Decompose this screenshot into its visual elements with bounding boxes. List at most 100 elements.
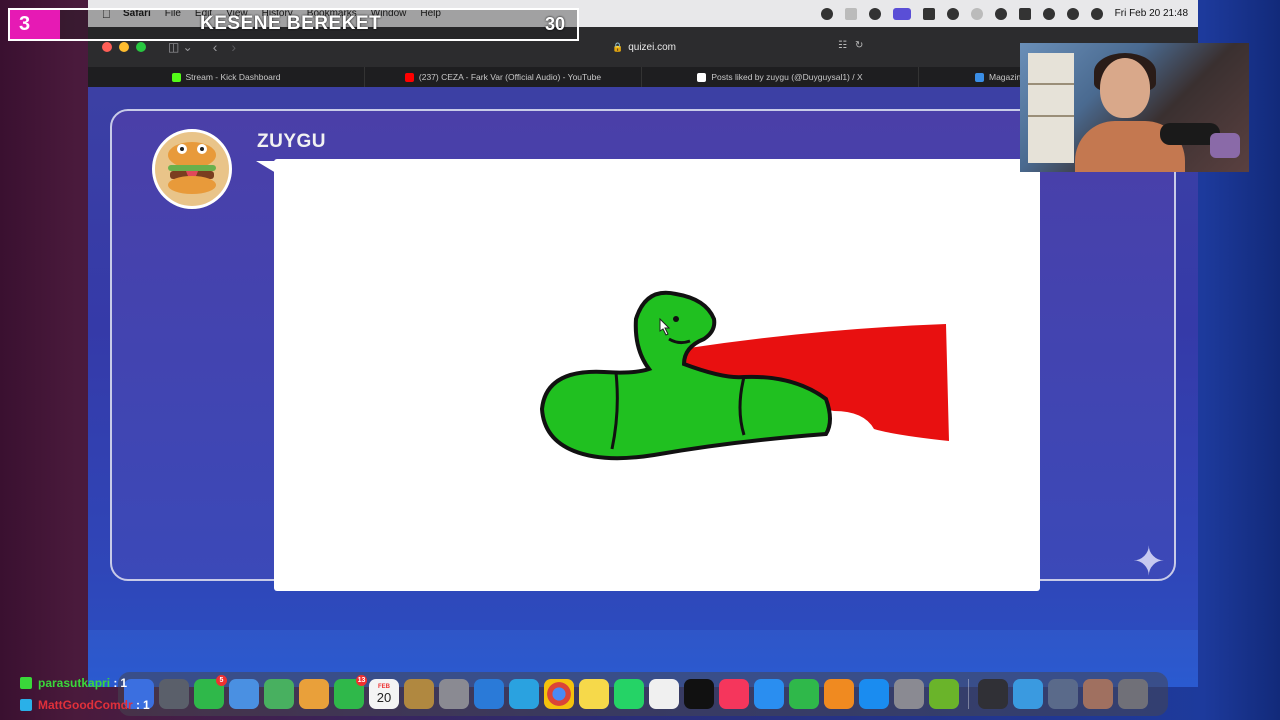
app-store-icon[interactable]	[859, 679, 889, 709]
drawing-svg	[539, 290, 949, 461]
calendar-date: 20	[376, 689, 392, 705]
recent-window-icon[interactable]	[1083, 679, 1113, 709]
tab-label: Stream - Kick Dashboard	[185, 72, 281, 82]
apple-tv-icon[interactable]	[684, 679, 714, 709]
system-settings-icon[interactable]	[894, 679, 924, 709]
obs-icon[interactable]	[978, 679, 1008, 709]
tab-kick-dashboard[interactable]: Stream - Kick Dashboard	[88, 67, 365, 87]
burger-avatar-icon	[168, 142, 216, 194]
notes-icon[interactable]	[579, 679, 609, 709]
grid-icon[interactable]	[922, 7, 935, 20]
screen-share-icon[interactable]	[892, 7, 911, 20]
kick-favicon-icon	[171, 72, 181, 82]
chat-message: MattGoodComdr : 1	[20, 694, 150, 716]
control-center-icon[interactable]	[1090, 7, 1103, 20]
launchpad-icon[interactable]	[159, 679, 189, 709]
status-app-icon-3[interactable]	[868, 7, 881, 20]
chat-text: 1	[143, 698, 150, 712]
round-counter: 3	[8, 8, 60, 41]
youtube-favicon-icon	[404, 72, 414, 82]
player-name: ZUYGU	[257, 131, 326, 152]
status-app-icon[interactable]	[820, 7, 833, 20]
magazin-favicon-icon	[975, 72, 984, 82]
trash-icon[interactable]	[1118, 679, 1148, 709]
shelf-divider	[1028, 115, 1074, 117]
search-icon[interactable]	[1066, 7, 1079, 20]
tab-x-posts[interactable]: Posts liked by zuygu (@Duyguysal1) / X	[642, 67, 919, 87]
streamer-face	[1100, 58, 1150, 118]
calendar-icon[interactable]: FEB 20	[369, 679, 399, 709]
bookshelf	[1028, 53, 1074, 163]
status-app-icon-2[interactable]	[844, 7, 857, 20]
preview-window-icon[interactable]	[1048, 679, 1078, 709]
back-arrow-icon[interactable]: ‹	[213, 39, 218, 55]
tab-label: Posts liked by zuygu (@Duyguysal1) / X	[711, 72, 863, 82]
tab-label: (237) CEZA - Fark Var (Official Audio) -…	[418, 72, 602, 82]
url-text: quizei.com	[628, 41, 677, 53]
chat-text: 1	[120, 676, 128, 690]
countdown-timer: 30	[545, 14, 566, 34]
chat-username: MattGoodComdr	[38, 698, 133, 712]
record-icon[interactable]	[946, 7, 959, 20]
messages-badge: 13	[356, 675, 367, 686]
web-content: ZUYGU ✦	[88, 87, 1198, 687]
player-avatar	[152, 129, 232, 209]
lock-icon: 🔒	[611, 41, 624, 52]
x-favicon-icon	[697, 72, 707, 82]
maximize-window-button[interactable]	[136, 42, 146, 52]
window-controls	[102, 42, 146, 52]
cloud-icon[interactable]	[970, 7, 983, 20]
clock[interactable]: Fri Feb 20 21:48	[1115, 8, 1188, 19]
sidebar-toggle-icon[interactable]: ◫ ⌄	[168, 40, 193, 54]
pages-icon[interactable]	[824, 679, 854, 709]
sheets-icon[interactable]	[929, 679, 959, 709]
drawn-eye	[673, 316, 679, 322]
close-window-button[interactable]	[102, 42, 112, 52]
chat-separator: :	[132, 698, 140, 712]
contacts-icon[interactable]	[404, 679, 434, 709]
numbers-icon[interactable]	[789, 679, 819, 709]
desk-light	[1210, 133, 1240, 158]
kick-badge-icon	[20, 677, 32, 689]
telegram-icon[interactable]	[509, 679, 539, 709]
macos-dock: 5 13 FEB 20	[118, 672, 1168, 716]
facetime-icon[interactable]: 13	[334, 675, 367, 709]
dock-divider	[968, 679, 969, 709]
freeform-icon[interactable]	[649, 679, 679, 709]
whatsapp-icon[interactable]	[614, 679, 644, 709]
safari-icon[interactable]	[474, 679, 504, 709]
messages-app-icon[interactable]	[229, 679, 259, 709]
address-bar-actions: ☷ ↻	[838, 40, 863, 51]
tab-youtube[interactable]: (237) CEZA - Fark Var (Official Audio) -…	[365, 67, 642, 87]
drawing-canvas[interactable]	[274, 159, 1040, 591]
wifi-icon[interactable]	[1042, 7, 1055, 20]
drawing-card: ZUYGU ✦	[110, 109, 1176, 591]
reload-icon[interactable]: ↻	[855, 40, 863, 51]
shelf-divider	[1028, 83, 1074, 85]
maps-icon[interactable]	[264, 679, 294, 709]
play-icon[interactable]	[994, 7, 1007, 20]
battery-icon[interactable]	[1018, 7, 1031, 20]
status-tray: Fri Feb 20 21:48	[820, 7, 1198, 20]
minimize-window-button[interactable]	[119, 42, 129, 52]
webcam-feed	[1020, 43, 1249, 172]
photos-icon[interactable]	[299, 679, 329, 709]
mail-badge: 5	[216, 675, 227, 686]
forward-arrow-icon[interactable]: ›	[231, 39, 236, 55]
subscriber-badge-icon	[20, 699, 32, 711]
tab-label: Magazin	[989, 72, 1022, 82]
secret-word: KESENE BEREKET	[200, 13, 382, 34]
mail-icon[interactable]: 5	[194, 675, 227, 709]
reminders-icon[interactable]	[439, 679, 469, 709]
chrome-icon[interactable]	[544, 679, 574, 709]
sparkle-icon: ✦	[1132, 540, 1166, 584]
speech-bubble-tail	[256, 161, 276, 173]
translate-icon[interactable]: ☷	[838, 40, 847, 51]
keynote-icon[interactable]	[754, 679, 784, 709]
chat-message: parasutkapri : 1	[20, 672, 150, 694]
chat-overlay: parasutkapri : 1 MattGoodComdr : 1	[20, 672, 150, 716]
music-icon[interactable]	[719, 679, 749, 709]
chat-username: parasutkapri	[38, 676, 111, 690]
chat-separator: :	[110, 676, 118, 690]
quicktime-icon[interactable]	[1013, 679, 1043, 709]
